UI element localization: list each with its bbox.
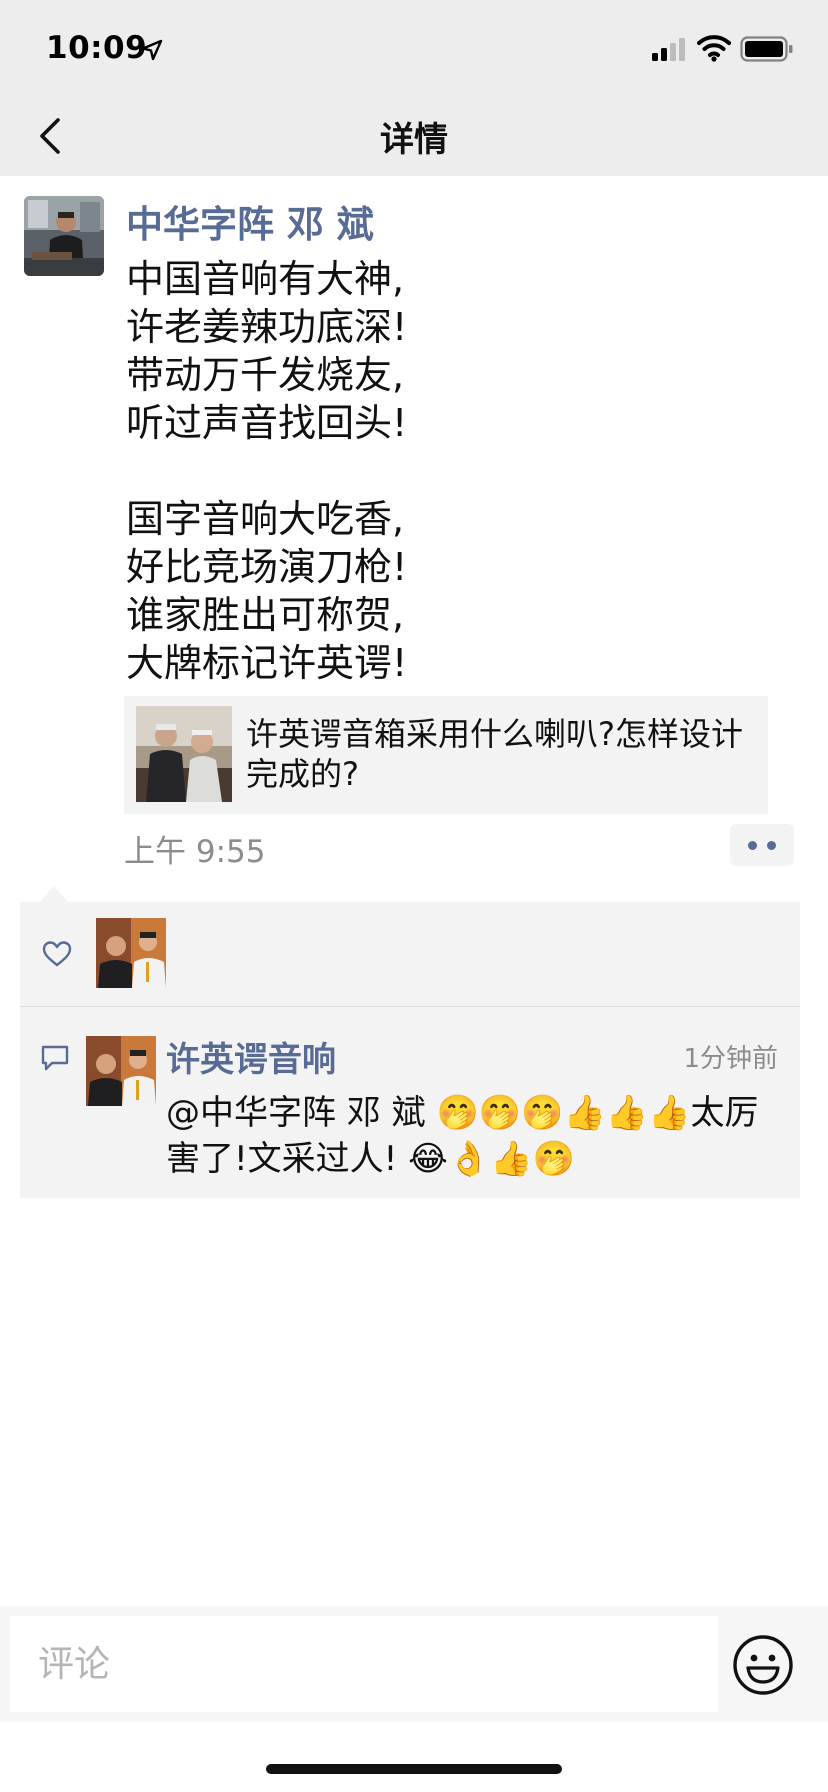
post-author-name[interactable]: 中华字阵 邓 斌 — [126, 194, 374, 248]
post-line: 带动万千发烧友, — [126, 353, 405, 397]
wifi-icon — [697, 35, 731, 62]
status-time: 10:09 — [46, 30, 148, 66]
home-indicator[interactable] — [266, 1764, 562, 1774]
heart-outline-icon — [42, 941, 72, 967]
post-line: 许老姜辣功底深! — [126, 305, 408, 349]
liker-avatar[interactable] — [96, 918, 166, 988]
emoji-button[interactable] — [732, 1634, 794, 1696]
more-actions-button[interactable] — [730, 824, 794, 866]
moments-detail-screen: 10:09 详情 中华字阵 邓 斌 中国音响有大神, 许老姜辣功底深! 带动万千… — [0, 0, 828, 1792]
post-line-gap — [126, 447, 766, 495]
post-line: 中国音响有大神, — [126, 257, 405, 301]
smiley-face-icon — [733, 1635, 793, 1695]
commenter-avatar[interactable] — [86, 1036, 156, 1106]
status-bar: 10:09 — [0, 0, 828, 96]
comment-timestamp: 1分钟前 — [683, 1044, 778, 1074]
post-line: 谁家胜出可称贺, — [126, 593, 405, 637]
author-photo — [24, 196, 104, 276]
panel-divider — [20, 1006, 800, 1007]
post-line: 大牌标记许英谔! — [126, 641, 408, 685]
comment-bubble-icon — [41, 1045, 69, 1071]
post-text: 中国音响有大神, 许老姜辣功底深! 带动万千发烧友, 听过声音找回头! 国字音响… — [126, 255, 766, 687]
comment-input-bar — [0, 1606, 828, 1722]
panel-pointer — [40, 886, 68, 902]
comment-body-emoji: 😂👌👍🤭 — [408, 1139, 575, 1179]
shared-link-card[interactable]: 许英谔音箱采用什么喇叭?怎样设计完成的? — [124, 696, 768, 814]
post-line: 好比竞场演刀枪! — [126, 545, 408, 589]
battery-icon — [740, 36, 793, 62]
likes-row — [20, 902, 800, 1006]
comment-text[interactable]: @中华字阵 邓 斌 🤭🤭🤭👍👍👍太厉害了!文采过人! 😂👌👍🤭 — [166, 1090, 786, 1182]
signal-icon — [652, 38, 685, 61]
nav-bar: 详情 — [0, 96, 828, 176]
comment-mention[interactable]: @中华字阵 邓 斌 — [166, 1093, 426, 1133]
shared-link-title: 许英谔音箱采用什么喇叭?怎样设计完成的? — [246, 715, 743, 793]
post-line: 听过声音找回头! — [126, 401, 408, 445]
page-title: 详情 — [380, 120, 448, 160]
post-timestamp: 上午 9:55 — [124, 834, 266, 870]
comment-item: 许英谔音响 1分钟前 @中华字阵 邓 斌 🤭🤭🤭👍👍👍太厉害了!文采过人! 😂👌… — [20, 1008, 800, 1198]
author-avatar[interactable] — [24, 196, 104, 276]
shared-link-thumbnail — [136, 706, 232, 802]
location-arrow-icon — [141, 39, 163, 61]
comment-input[interactable] — [10, 1616, 718, 1712]
commenter-name[interactable]: 许英谔音响 — [166, 1032, 336, 1081]
post-line: 国字音响大吃香, — [126, 497, 405, 541]
interaction-panel: 许英谔音响 1分钟前 @中华字阵 邓 斌 🤭🤭🤭👍👍👍太厉害了!文采过人! 😂👌… — [20, 902, 800, 1198]
